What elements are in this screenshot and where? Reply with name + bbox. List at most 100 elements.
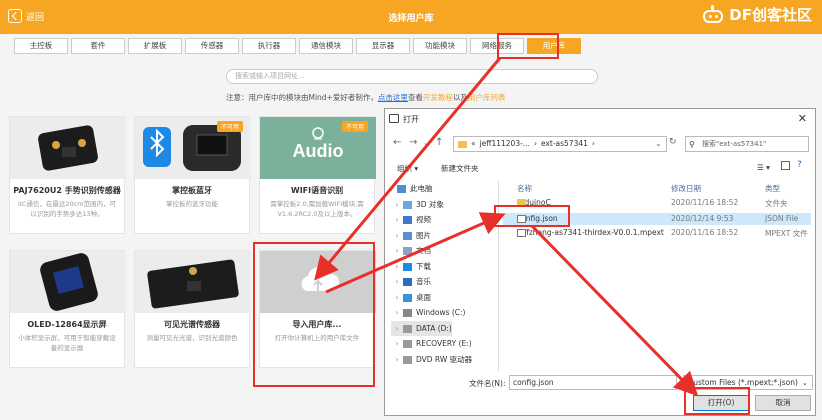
view-menu-icon[interactable]: ☰ ▾ [757, 163, 770, 172]
nav-item-label: 3D 对象 [416, 199, 444, 209]
tab-item[interactable]: 扩展板 [128, 38, 182, 54]
dev-tutorial-link[interactable]: 开发教程 [423, 93, 453, 102]
column-name[interactable]: 名称 [517, 183, 532, 194]
filename-label: 文件名(N): [469, 379, 506, 388]
nav-item[interactable]: › Windows (C:) [391, 305, 465, 320]
file-type: MPEXT 文件 [765, 229, 808, 238]
address-row: ← → ⌄ ↑ «jeff111203-... › ext-as57341 › ⌄ ↻… [385, 133, 815, 155]
dialog-titlebar: 打开 ✕ [385, 109, 815, 129]
pictures-icon [403, 231, 412, 240]
status-badge: 不可用 [216, 121, 243, 132]
expand-chevron-icon[interactable]: ⌄ [389, 181, 397, 196]
tab-item[interactable]: 主控板 [14, 38, 68, 54]
cancel-button[interactable]: 取消 [755, 395, 811, 411]
organize-button[interactable]: 组织 ▾ [397, 163, 418, 174]
expand-chevron-icon[interactable]: › [391, 305, 403, 320]
file-row[interactable]: jeffzhang-as7341-thirdex-V0.0.1.mpext 202… [503, 227, 811, 239]
tab-item[interactable]: 传感器 [185, 38, 239, 54]
nav-item-label: 下载 [416, 261, 431, 271]
video-icon [403, 216, 412, 224]
preview-pane-icon[interactable] [781, 161, 790, 170]
user-lib-list-link[interactable]: 用户库列表 [468, 93, 506, 102]
dialog-toolbar: 组织 ▾ 新建文件夹 ☰ ▾ ? [385, 159, 815, 177]
nav-item[interactable]: › 音乐 [391, 274, 431, 289]
expand-chevron-icon[interactable]: › [391, 352, 403, 367]
nav-item-label: 音乐 [416, 277, 431, 286]
file-list-header: 名称 修改日期 类型 [503, 181, 811, 195]
nav-item[interactable]: › 图片 [391, 228, 431, 243]
expand-chevron-icon[interactable]: › [391, 259, 403, 274]
refresh-icon[interactable]: ↻ [669, 137, 677, 147]
file-type: JSON File [765, 214, 799, 223]
card-paj7620u2[interactable]: PAJ7620U2 手势识别传感器 IIC通信，在最远20cm范围内，可以识别的… [9, 116, 126, 234]
expand-chevron-icon[interactable]: › [391, 197, 403, 212]
nav-item[interactable]: › 下载 [391, 259, 431, 274]
breadcrumb-segment[interactable]: ext-as57341 [541, 139, 588, 148]
file-name: jeffzhang-as7341-thirdex-V0.0.1.mpext [517, 228, 664, 237]
tab-item[interactable]: 功能模块 [413, 38, 467, 54]
breadcrumb-segment[interactable]: jeff111203-... [480, 139, 530, 148]
dialog-buttons: 打开(O) 取消 [385, 393, 815, 413]
card-oled[interactable]: OLED-12864显示屏 小体积显示屏，可用于智能穿戴设备的显示器 [9, 250, 126, 368]
dialog-title: 打开 [403, 115, 419, 124]
help-icon[interactable]: ? [797, 160, 802, 170]
tab-item[interactable]: 执行器 [242, 38, 296, 54]
nav-item[interactable]: ⌄ 此电脑 [389, 181, 433, 196]
file-date: 2020/12/14 9:53 [671, 214, 734, 223]
chevron-down-icon: ⌄ [801, 378, 808, 387]
import-card-highlight [253, 242, 375, 387]
tab-item[interactable]: 通信模块 [299, 38, 353, 54]
nav-item[interactable]: › 桌面 [391, 290, 431, 305]
dialog-search-input[interactable]: 搜索"ext-as57341" [685, 136, 809, 152]
card-spectrum[interactable]: 可见光谱传感器 测量可见光光谱，识别光谱颜色 [134, 250, 251, 368]
column-date[interactable]: 修改日期 [671, 183, 701, 194]
drive-icon [403, 309, 412, 317]
nav-item[interactable]: › 3D 对象 [391, 197, 444, 212]
chevron-down-icon[interactable]: ⌄ [423, 139, 429, 147]
tab-item[interactable]: 套件 [71, 38, 125, 54]
card-desc: 小体积显示屏，可用于智能穿戴设备的显示器 [18, 334, 116, 352]
expand-chevron-icon[interactable]: › [391, 212, 403, 227]
navigation-pane: ⌄ 此电脑 › 3D 对象 › 视频 › 图片 › 文档 › 下载 › 音乐 › 桌面 › Windows (C:… [389, 181, 499, 371]
file-type: 文件夹 [765, 199, 788, 208]
card-desc: IIC通信，在最远20cm范围内，可以识别的手势多达13种。 [17, 200, 117, 218]
expand-chevron-icon[interactable]: › [391, 228, 403, 243]
expand-chevron-icon[interactable]: › [391, 321, 403, 336]
nav-item[interactable]: › 视频 [391, 212, 431, 227]
up-arrow-icon[interactable]: ↑ [435, 137, 443, 148]
nav-item-label: 此电脑 [410, 184, 433, 193]
file-date: 2020/11/16 18:52 [671, 198, 739, 207]
expand-chevron-icon[interactable]: › [391, 290, 403, 305]
dialog-app-icon [389, 114, 399, 123]
search-input[interactable]: 搜索或输入项目网址... [226, 69, 598, 84]
dropdown-icon[interactable]: ⌄ [655, 139, 662, 148]
nav-item-label: DATA (D:) [416, 323, 452, 333]
expand-chevron-icon[interactable]: › [391, 274, 403, 289]
robot-icon [701, 4, 725, 25]
drive-icon [403, 324, 412, 333]
logo-text: DF创客社区 [729, 6, 812, 24]
card-bluetooth[interactable]: 不可用 掌控板蓝牙 掌控板的蓝牙功能 [134, 116, 251, 234]
card-desc: 掌控板的蓝牙功能 [166, 200, 218, 208]
card-wifi-voice[interactable]: Audio 不可用 WIFI语音识别 需掌控板2.0,需加载WIFI模块,需V1… [259, 116, 376, 234]
forward-arrow-icon[interactable]: → [409, 137, 417, 148]
nav-item[interactable]: › DATA (D:) [391, 320, 452, 336]
nav-item[interactable]: › DVD RW 驱动器 [391, 352, 472, 367]
dvd-drive-icon [403, 355, 412, 364]
nav-item[interactable]: › 文档 [391, 243, 431, 258]
filename-input[interactable]: config.json [509, 375, 677, 390]
address-bar[interactable]: «jeff111203-... › ext-as57341 › [453, 136, 667, 152]
tab-item[interactable]: 显示器 [356, 38, 410, 54]
card-title: 可见光谱传感器 [164, 320, 220, 329]
new-folder-button[interactable]: 新建文件夹 [441, 163, 479, 174]
drive-icon [403, 340, 412, 348]
click-here-link[interactable]: 点击这里 [378, 93, 408, 102]
column-type[interactable]: 类型 [765, 183, 780, 194]
df-logo: DF创客社区 [701, 4, 812, 25]
back-arrow-icon[interactable]: ← [393, 137, 401, 148]
nav-item-label: DVD RW 驱动器 [416, 354, 473, 364]
close-icon[interactable]: ✕ [798, 112, 807, 125]
expand-chevron-icon[interactable]: › [391, 243, 403, 258]
nav-item[interactable]: › RECOVERY (E:) [391, 336, 472, 351]
expand-chevron-icon[interactable]: › [391, 336, 403, 351]
